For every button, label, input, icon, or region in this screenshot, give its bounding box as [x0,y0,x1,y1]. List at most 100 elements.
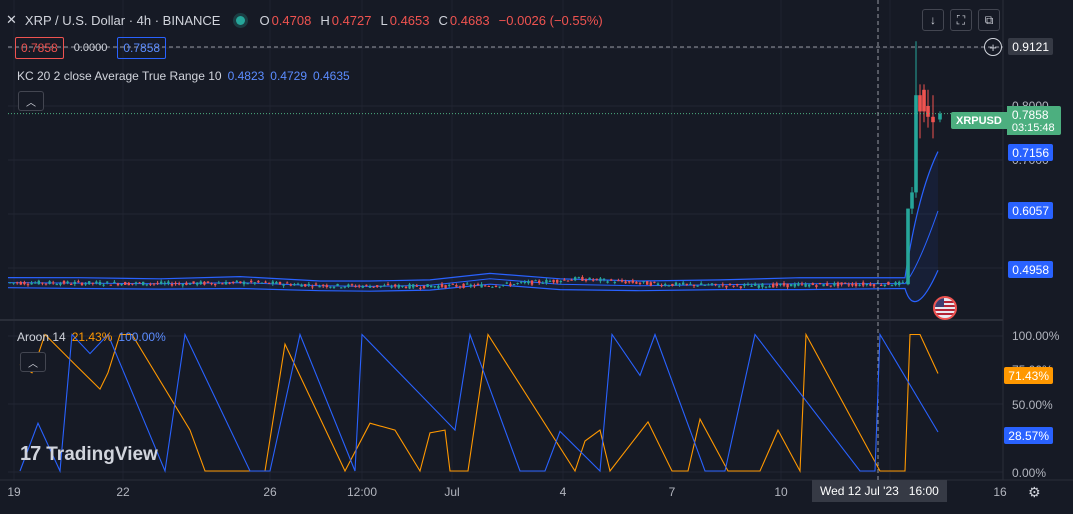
candle-body [862,282,865,286]
candle-body [703,284,706,286]
candle-body [444,285,447,289]
last-price-tag: XRPUSD 0.7858 03:15:48 [951,106,1061,135]
candle-body [239,281,242,284]
candle-body [145,284,148,286]
candle-body [804,283,807,287]
candle-body [931,116,935,123]
symbol-title[interactable]: XRP / U.S. Dollar · 4h · BINANCE [25,13,221,28]
candle-body [8,282,12,284]
candle-body [775,283,778,286]
candle-body [379,285,382,287]
candle-body [361,286,364,288]
close-icon[interactable]: ✕ [6,12,17,28]
candle-body [541,282,544,284]
candle-body [185,282,188,285]
change-value: −0.0026 (−0.55%) [498,12,603,28]
candle-body [793,283,796,287]
candle-body [638,282,642,284]
candle-body [80,282,84,286]
candle-body [181,284,184,286]
candle-body [336,283,339,286]
us-flag-icon[interactable] [933,296,957,320]
candle-body [196,282,199,285]
candle-body [588,277,591,280]
candle-body [372,286,375,288]
candle-body [343,286,346,288]
candle-body [390,286,393,288]
candle-body [577,277,580,279]
candle-body [332,286,336,288]
candle-body [376,285,379,287]
candle-body [628,281,631,283]
candle-body [743,284,746,286]
fullscreen-icon[interactable]: ⛶ [950,9,972,31]
candle-body [530,280,534,285]
candle-body [739,286,742,288]
candle-body [415,285,418,287]
candle-body [502,284,505,286]
time-tick: 12:00 [346,485,378,499]
candle-body [84,283,87,285]
aroon-tick: 100.00% [1012,329,1060,343]
scroll-down-icon[interactable]: ↓ [922,9,944,31]
candle-body [872,284,876,287]
collapse-aroon-button[interactable]: ︿ [20,352,46,372]
candle-body [422,285,426,289]
last-price-value: 0.7858 [1011,108,1049,122]
aroon-legend[interactable]: Aroon 14 21.43% 100.00% [17,330,166,344]
settings-gear-icon[interactable]: ⚙ [1028,484,1041,501]
candle-body [37,280,40,285]
candle-body [631,280,634,283]
crosshair-price-label: 0.9121 [1008,38,1053,55]
candle-body [340,287,343,289]
crosshair-time: 16:00 [908,484,939,498]
candle-body [696,285,699,287]
candle-body [466,283,469,285]
collapse-legend-button[interactable]: ︿ [18,91,44,111]
aroon-tick: 50.00% [1012,398,1053,412]
candle-body [660,285,663,287]
candle-body [430,285,433,288]
candle-body [156,282,159,284]
candle-body [728,283,732,285]
high-label: H [320,12,330,28]
candle-body [397,284,400,288]
buy-button[interactable]: 0.7858 [117,37,167,59]
aroon-down-label: 28.57% [1004,427,1053,444]
candle-body [383,285,386,287]
candle-body [329,286,332,288]
candle-body [707,284,710,286]
candle-body [167,281,170,284]
candle-body [404,286,408,289]
candle-body [440,284,444,287]
candle-body [293,284,296,286]
add-alert-icon[interactable]: + [984,38,1002,56]
candle-body [624,281,627,284]
candle-body [242,281,246,285]
candle-body [426,284,429,288]
candle-body [52,282,55,284]
tradingview-logo[interactable]: 17 TradingView [20,443,158,466]
candle-body [865,284,868,286]
last-price-box: 0.7858 03:15:48 [1006,106,1061,135]
low-label: L [380,12,388,28]
candle-body [325,285,328,288]
candle-body [217,282,220,284]
candle-body [901,282,904,284]
screenshot-icon[interactable]: ⧉ [978,9,1000,31]
candle-body [59,283,62,285]
candle-body [26,284,30,286]
kc-legend[interactable]: KC 20 2 close Average True Range 10 0.48… [17,69,350,83]
candle-body [113,281,116,284]
candle-body [757,285,760,288]
tradingview-logo-text: TradingView [46,443,158,465]
time-tick: 16 [993,485,1007,499]
candle-body [559,281,562,283]
candle-body [487,285,490,287]
candle-body [914,95,918,193]
candle-body [174,282,177,285]
sell-button[interactable]: 0.7858 [15,37,64,59]
candle-body [318,286,321,288]
candle-body [12,282,15,284]
candle-body [498,286,501,288]
